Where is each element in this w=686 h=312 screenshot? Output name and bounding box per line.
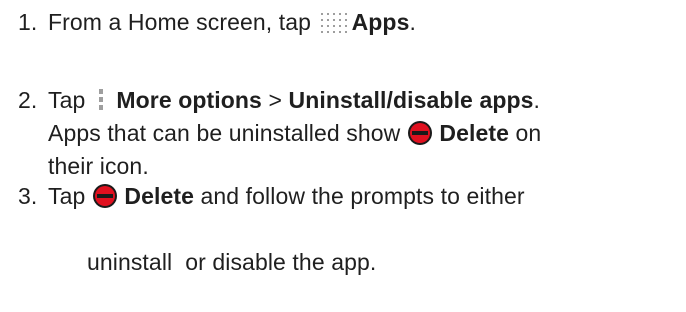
step-2-line-2: Apps that can be uninstalled show Delete…: [18, 117, 678, 150]
delete-icon: [407, 120, 433, 146]
step-number: 2.: [18, 87, 38, 113]
step-2-line-1: 2. Tap More options > Uninstall/disable a…: [18, 84, 678, 117]
step-2: 2. Tap More options > Uninstall/disable a…: [18, 84, 678, 183]
uninstall-disable-apps-label: Uninstall/disable apps: [288, 87, 534, 113]
step-2-line-2-before: Apps that can be uninstalled show: [48, 120, 407, 146]
step-1-text-before: From a Home screen, tap: [48, 9, 318, 35]
delete-icon: [92, 183, 118, 209]
step-2-line-2-after: on: [509, 120, 542, 146]
delete-label: Delete: [439, 120, 509, 146]
step-3-line-2: uninstall or disable the app.: [18, 213, 678, 312]
step-1-text-after: .: [409, 9, 416, 35]
apps-label: Apps: [351, 9, 410, 35]
step-1-line-1: 1. From a Home screen, tap Apps.: [18, 6, 678, 39]
apps-grid-icon: [318, 10, 352, 34]
more-options-label: More options: [116, 87, 262, 113]
step-3-line-2-text: uninstall or disable the app.: [86, 249, 377, 275]
more-options-icon: [92, 87, 110, 113]
step-2-line-3-text: their icon.: [48, 153, 149, 179]
step-1: 1. From a Home screen, tap Apps.: [18, 6, 678, 39]
step-number: 1.: [18, 9, 38, 35]
delete-label: Delete: [124, 183, 195, 209]
step-number: 3.: [18, 183, 38, 209]
step-2-line-3: their icon.: [18, 150, 678, 183]
step-2-separator: >: [261, 87, 289, 113]
step-2-text-after: .: [533, 87, 541, 113]
step-3-text-after: and follow the prompts to either: [194, 183, 525, 209]
step-3-text-before: Tap: [48, 183, 92, 209]
step-3: 3. Tap Delete and follow the prompts to e…: [18, 180, 678, 312]
instruction-document: 1. From a Home screen, tap Apps. 2. Tap: [0, 0, 686, 275]
step-3-line-1: 3. Tap Delete and follow the prompts to e…: [18, 180, 678, 213]
step-2-text-before: Tap: [48, 87, 92, 113]
